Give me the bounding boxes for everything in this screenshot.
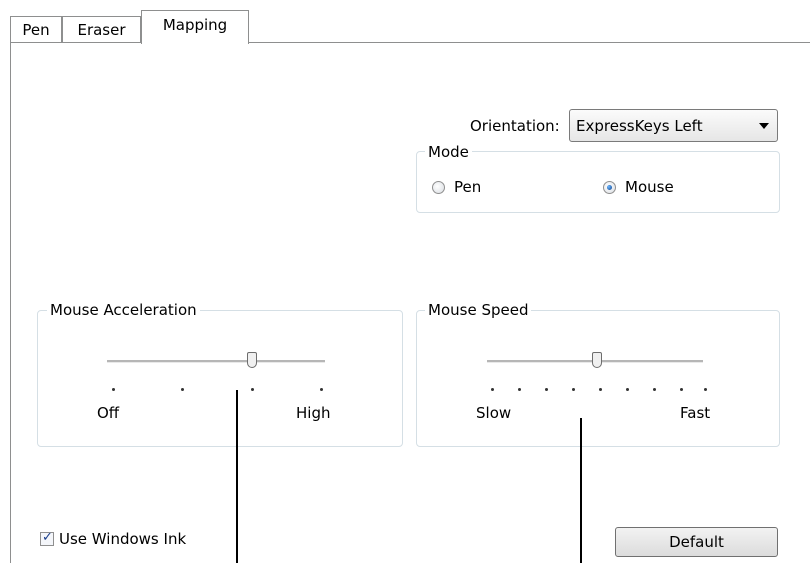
use-windows-ink-checkbox[interactable]: ✓ Use Windows Ink: [40, 530, 210, 550]
acceleration-max-label: High: [296, 404, 331, 422]
checkbox-checked-icon: ✓: [40, 530, 54, 546]
mouse-acceleration-title: Mouse Acceleration: [47, 301, 200, 319]
slider-track: [107, 360, 325, 363]
slider-tick: [181, 388, 184, 391]
orientation-selected-value: ExpressKeys Left: [576, 117, 703, 135]
acceleration-min-label: Off: [97, 404, 120, 422]
chevron-down-icon: [759, 123, 769, 129]
slider-tick: [680, 388, 683, 391]
mode-group-title: Mode: [425, 143, 472, 161]
mouse-speed-group: [416, 310, 780, 447]
mouse-speed-title: Mouse Speed: [425, 301, 532, 319]
slider-tick: [112, 388, 115, 391]
orientation-label: Orientation:: [470, 117, 560, 135]
tab-pen[interactable]: Pen: [10, 16, 62, 42]
slider-tick: [626, 388, 629, 391]
speed-min-label: Slow: [476, 404, 512, 422]
mouse-acceleration-slider[interactable]: [105, 349, 327, 375]
default-button[interactable]: Default: [615, 527, 778, 557]
radio-checked-icon: [603, 181, 616, 194]
tab-strip: Pen Eraser Mapping: [10, 0, 810, 44]
slider-tick: [704, 388, 707, 391]
tab-mapping[interactable]: Mapping: [141, 10, 249, 44]
slider-tick: [251, 388, 254, 391]
slider-thumb[interactable]: [247, 352, 257, 368]
slider-tick: [653, 388, 656, 391]
mouse-speed-slider[interactable]: [485, 349, 707, 375]
mode-pen-radio[interactable]: Pen: [432, 178, 502, 196]
panel-divider: [248, 42, 810, 43]
orientation-dropdown[interactable]: ExpressKeys Left: [569, 109, 778, 142]
slider-tick: [518, 388, 521, 391]
mouse-acceleration-group: [37, 310, 403, 447]
tab-eraser-label: Eraser: [77, 21, 126, 39]
speed-max-label: Fast: [680, 404, 711, 422]
slider-tick: [545, 388, 548, 391]
slider-tick: [320, 388, 323, 391]
tab-pen-label: Pen: [22, 21, 50, 39]
callout-line: [580, 418, 582, 563]
callout-line: [236, 390, 238, 563]
use-windows-ink-label: Use Windows Ink: [59, 530, 187, 548]
slider-tick: [572, 388, 575, 391]
slider-tick: [599, 388, 602, 391]
slider-thumb[interactable]: [592, 352, 602, 368]
radio-unchecked-icon: [432, 181, 445, 194]
mode-mouse-radio[interactable]: Mouse: [603, 178, 693, 196]
mode-pen-label: Pen: [454, 178, 482, 196]
mode-mouse-label: Mouse: [625, 178, 674, 196]
checkmark-icon: ✓: [42, 530, 53, 545]
tab-mapping-label: Mapping: [162, 16, 228, 34]
tab-eraser[interactable]: Eraser: [62, 16, 141, 42]
slider-tick: [491, 388, 494, 391]
